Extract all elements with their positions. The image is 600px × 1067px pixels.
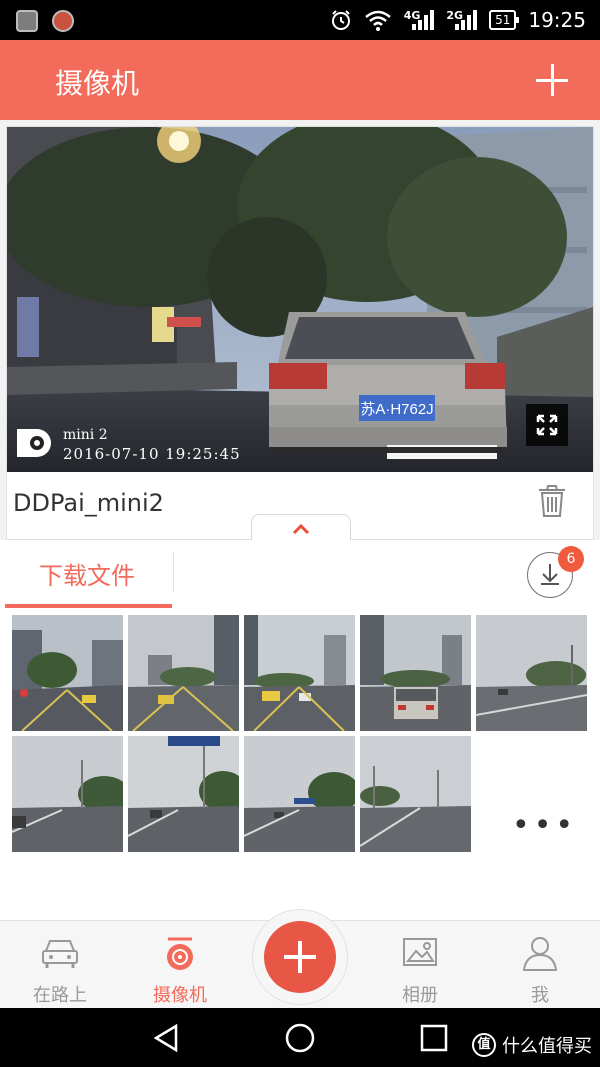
- thumbnail-2[interactable]: [128, 615, 239, 731]
- gallery-notification-icon: [16, 10, 38, 32]
- trash-icon[interactable]: [537, 483, 567, 519]
- thumbnail-4[interactable]: [360, 615, 471, 731]
- thumbnail-5[interactable]: [476, 615, 587, 731]
- back-icon[interactable]: [150, 1022, 182, 1054]
- camera-icon: [167, 937, 193, 970]
- add-device-button[interactable]: [532, 60, 572, 100]
- dashcam-frame: 苏A·H762J: [7, 127, 593, 472]
- nav-item-gallery[interactable]: 相册: [360, 921, 480, 1009]
- license-plate: 苏A·H762J: [360, 401, 433, 418]
- app-notification-icon: [52, 10, 74, 32]
- video-model-overlay: mini 2: [63, 427, 108, 443]
- screen: 4G 2G 51 19:25 摄像机 苏A·H762J mini 2 2016-…: [0, 0, 600, 1067]
- tab-underline: [5, 604, 172, 608]
- nav-label-gallery: 相册: [402, 985, 438, 1006]
- fullscreen-icon: [536, 414, 558, 436]
- download-gallery: •••: [0, 610, 600, 920]
- nav-label-camera: 摄像机: [153, 985, 207, 1006]
- more-icon[interactable]: •••: [512, 808, 577, 843]
- nav-label-me: 我: [531, 985, 549, 1006]
- clock: 19:25: [528, 8, 586, 32]
- user-icon: [522, 937, 558, 971]
- thumbnail-8[interactable]: [244, 736, 355, 852]
- watermark-text: 什么值得买: [502, 1036, 592, 1057]
- nav-label-road: 在路上: [33, 985, 87, 1006]
- download-tab-bar: 下载文件: [0, 540, 600, 610]
- wifi-icon: [364, 10, 391, 31]
- bottom-nav: 在路上 摄像机 相册 我: [0, 909, 600, 1009]
- fullscreen-button[interactable]: [526, 404, 568, 446]
- network-type-label: 4G: [403, 9, 421, 22]
- alarm-icon: [331, 10, 350, 30]
- thumbnail-7[interactable]: [128, 736, 239, 852]
- nav-item-me[interactable]: 我: [480, 921, 600, 1009]
- expand-tab[interactable]: [251, 514, 351, 540]
- video-preview[interactable]: 苏A·H762J mini 2 2016-07-10 19:25:45: [7, 127, 593, 472]
- add-fab-button[interactable]: [264, 921, 336, 993]
- status-bar: 4G 2G 51 19:25: [0, 0, 600, 40]
- thumbnail-6[interactable]: [12, 736, 123, 852]
- car-icon: [42, 940, 78, 968]
- download-count-badge: 6: [558, 546, 584, 572]
- network-type-label-2: 2G: [446, 9, 464, 22]
- tab-downloads-label: 下载文件: [39, 562, 135, 590]
- chevron-up-icon: [292, 523, 310, 535]
- nav-item-road[interactable]: 在路上: [0, 921, 120, 1009]
- thumbnail-3[interactable]: [244, 615, 355, 731]
- app-header: 摄像机: [0, 40, 600, 120]
- tab-downloads[interactable]: 下载文件: [5, 540, 172, 610]
- ddpai-logo-icon: [17, 429, 51, 457]
- watermark-logo: 值: [472, 1033, 496, 1057]
- gallery-icon: [403, 938, 437, 966]
- camera-card: 苏A·H762J mini 2 2016-07-10 19:25:45 DDPa…: [6, 126, 594, 540]
- page-title: 摄像机: [55, 67, 140, 100]
- watermark: 值 什么值得买: [472, 1032, 592, 1058]
- thumbnail-9[interactable]: [360, 736, 471, 852]
- device-name: DDPai_mini2: [13, 489, 164, 517]
- battery-icon: 51: [489, 10, 520, 30]
- tab-divider: [173, 552, 174, 592]
- home-icon[interactable]: [284, 1022, 316, 1054]
- recents-icon[interactable]: [418, 1022, 450, 1054]
- nav-item-camera[interactable]: 摄像机: [120, 921, 240, 1009]
- video-timestamp-overlay: 2016-07-10 19:25:45: [63, 445, 241, 463]
- thumbnail-1[interactable]: [12, 615, 123, 731]
